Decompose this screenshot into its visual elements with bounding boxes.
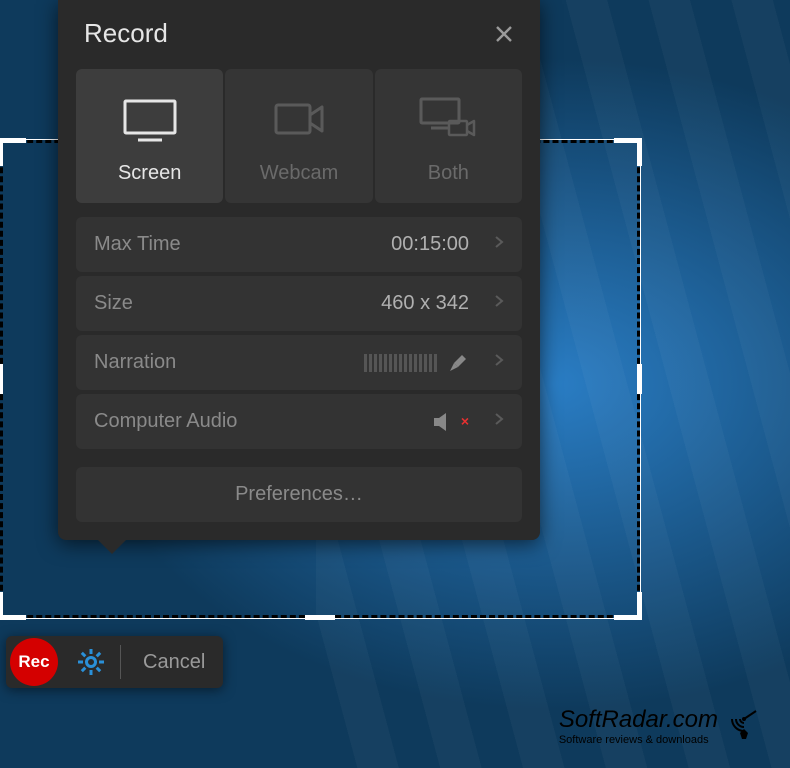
tab-webcam[interactable]: Webcam <box>225 69 372 203</box>
gear-icon <box>76 647 106 677</box>
record-panel: Record Screen Webcam Both Max Time <box>58 0 540 540</box>
toolbar-divider <box>120 645 121 679</box>
source-tabs: Screen Webcam Both <box>58 69 540 203</box>
record-toolbar: Rec Cancel <box>6 636 223 688</box>
row-narration[interactable]: Narration <box>76 335 522 390</box>
chevron-right-icon <box>494 412 504 431</box>
webcam-icon <box>266 94 332 144</box>
row-label: Computer Audio <box>94 410 432 433</box>
watermark-text: SoftRadar.com Software reviews & downloa… <box>559 706 718 746</box>
row-max-time[interactable]: Max Time 00:15:00 <box>76 217 522 272</box>
panel-header: Record <box>58 0 540 69</box>
watermark-brand: SoftRadar.com <box>559 706 718 734</box>
level-meter-icon <box>364 354 437 372</box>
row-label: Max Time <box>94 233 391 256</box>
chevron-right-icon <box>494 294 504 313</box>
panel-arrow-pointer <box>98 540 126 554</box>
both-icon <box>415 94 481 144</box>
chevron-right-icon <box>494 235 504 254</box>
row-size[interactable]: Size 460 x 342 <box>76 276 522 331</box>
tab-both[interactable]: Both <box>375 69 522 203</box>
settings-rows: Max Time 00:15:00 Size 460 x 342 Narrati… <box>58 203 540 449</box>
cancel-button[interactable]: Cancel <box>125 643 223 682</box>
row-value: 460 x 342 <box>381 292 469 315</box>
row-label: Size <box>94 292 381 315</box>
row-computer-audio[interactable]: Computer Audio × <box>76 394 522 449</box>
watermark-tagline: Software reviews & downloads <box>559 734 709 746</box>
screen-icon <box>117 94 183 144</box>
settings-button[interactable] <box>66 639 116 685</box>
muted-x-icon: × <box>461 413 469 429</box>
tab-label: Screen <box>118 162 181 185</box>
microphone-icon <box>447 352 469 374</box>
close-button[interactable] <box>490 20 518 48</box>
row-label: Narration <box>94 351 364 374</box>
watermark: SoftRadar.com Software reviews & downloa… <box>559 705 760 746</box>
tab-label: Both <box>428 162 469 185</box>
speaker-muted-icon <box>432 411 458 433</box>
record-button[interactable]: Rec <box>10 638 58 686</box>
tab-label: Webcam <box>260 162 339 185</box>
row-value: 00:15:00 <box>391 233 469 256</box>
preferences-container: Preferences… <box>58 453 540 540</box>
close-icon <box>494 24 514 44</box>
audio-indicator: × <box>432 411 469 433</box>
preferences-button[interactable]: Preferences… <box>76 467 522 522</box>
narration-indicator <box>364 352 469 374</box>
tab-screen[interactable]: Screen <box>76 69 223 203</box>
panel-title: Record <box>84 18 168 49</box>
radar-icon <box>724 705 760 746</box>
chevron-right-icon <box>494 353 504 372</box>
